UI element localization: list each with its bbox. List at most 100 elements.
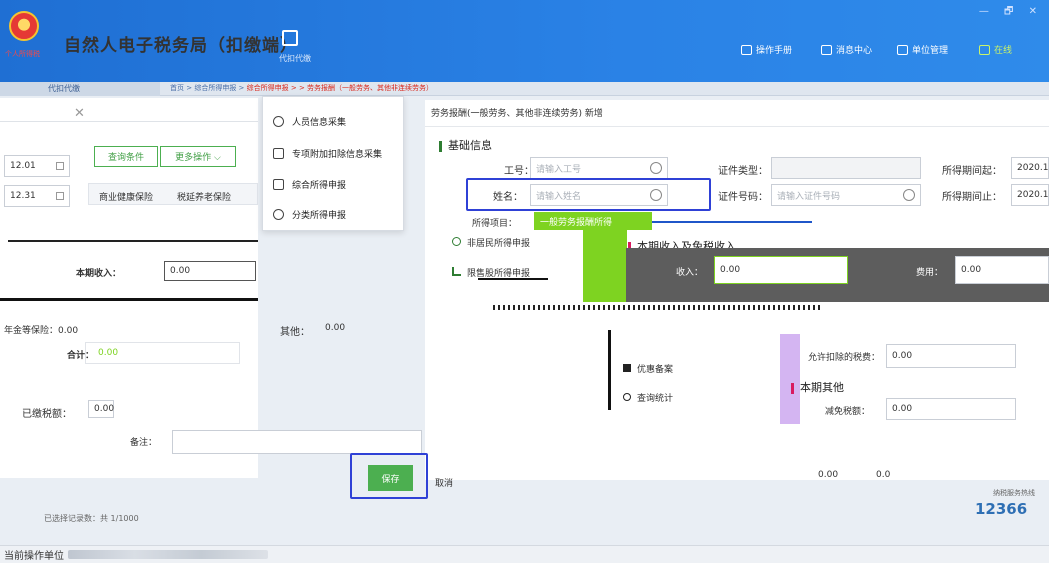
- search-icon[interactable]: [650, 189, 662, 201]
- period-end-input[interactable]: 2020.1: [1011, 184, 1049, 206]
- name-input[interactable]: 请输入姓名: [530, 184, 668, 206]
- expense-value: 0.00: [961, 265, 982, 275]
- cert-type-select[interactable]: [771, 157, 921, 179]
- divider: [8, 240, 258, 242]
- menu-item-label: 查询统计: [637, 394, 674, 404]
- tab-agent-withholding[interactable]: 代扣代缴: [0, 82, 160, 96]
- menu-item-query-stats[interactable]: 查询统计: [623, 391, 673, 404]
- message-center-link[interactable]: 消息中心: [821, 43, 872, 56]
- paid-tax-input[interactable]: 0.00: [88, 400, 114, 418]
- date-from-field[interactable]: 12.01: [4, 155, 70, 177]
- income-item-select[interactable]: 一般劳务报酬所得: [534, 212, 652, 230]
- income-input[interactable]: 0.00: [714, 256, 848, 284]
- window-controls[interactable]: — 🗗 ✕: [979, 4, 1043, 21]
- search-icon[interactable]: [650, 162, 662, 174]
- income-item-label: 所得项目：: [472, 219, 518, 229]
- date-from-value: 12.01: [10, 161, 36, 171]
- menu-item-label: 人员信息采集: [292, 117, 347, 128]
- cert-no-label: 证件号码：: [718, 192, 768, 203]
- breadcrumb: 首页 > 综合所得申报 > 综合所得申报 > > 劳务报酬（一般劳务、其他非连续…: [170, 83, 433, 93]
- blank-area: [448, 330, 618, 440]
- save-button[interactable]: 保存: [368, 465, 413, 491]
- hotline-caption: 纳税服务热线: [993, 489, 1035, 497]
- menu-item-comprehensive-income[interactable]: 综合所得申报: [263, 171, 403, 197]
- work-no-input[interactable]: 请输入工号: [530, 157, 668, 179]
- paid-tax-value: 0.00: [94, 404, 115, 414]
- expense-label: 费用：: [916, 268, 944, 278]
- online-label: 在线: [994, 46, 1013, 56]
- shield-icon: [623, 364, 631, 372]
- mail-icon: [821, 44, 832, 55]
- current-unit-label: 当前操作单位: [4, 551, 64, 562]
- cert-type-label: 证件类型：: [718, 166, 768, 177]
- search-icon[interactable]: [903, 189, 915, 201]
- agent-withholding-label[interactable]: 代扣代缴: [279, 53, 311, 64]
- period-end-label: 所得期间止：: [942, 192, 1002, 203]
- unit-admin-link[interactable]: 单位管理: [897, 43, 948, 56]
- period-end-value: 2020.1: [1017, 190, 1049, 200]
- rendering-artifact: [493, 305, 823, 310]
- table-cell: 0.0: [876, 470, 891, 480]
- section-marker: [439, 140, 442, 152]
- bar-chart-icon: [452, 267, 461, 276]
- hotline-number: 12366: [975, 500, 1028, 518]
- allowed-deduction-value: 0.00: [892, 351, 913, 361]
- clock-icon: [273, 208, 284, 220]
- divider: [0, 121, 258, 122]
- calendar-icon: [56, 192, 64, 200]
- tax-relief-value: 0.00: [892, 404, 913, 414]
- unit-admin-label: 单位管理: [912, 46, 949, 56]
- menu-item-label: 专项附加扣除信息采集: [292, 149, 383, 160]
- section-basic-title: 基础信息: [448, 139, 492, 152]
- menu-item-special-deduction[interactable]: 专项附加扣除信息采集: [263, 140, 403, 166]
- menu-item-label: 非居民所得申报: [467, 239, 531, 249]
- online-service-link[interactable]: 在线: [979, 43, 1012, 56]
- expense-input[interactable]: 0.00: [955, 256, 1049, 284]
- menu-item-preferential[interactable]: 优惠备案: [623, 362, 673, 375]
- more-actions-button[interactable]: 更多操作 ⌵: [160, 146, 236, 167]
- income-label: 收入：: [676, 268, 704, 278]
- allowed-deduction-input[interactable]: 0.00: [886, 344, 1016, 368]
- building-icon: [897, 44, 908, 55]
- income-value-left: 0.00: [170, 266, 191, 276]
- manual-label: 操作手册: [756, 46, 793, 56]
- menu-item-classified-income[interactable]: 分类所得申报: [263, 201, 403, 227]
- green-block: [583, 230, 627, 302]
- calendar-icon: [56, 162, 64, 170]
- menu-item-nonresident[interactable]: 非居民所得申报: [452, 236, 530, 249]
- period-start-label: 所得期间起：: [942, 166, 1002, 177]
- income-input-left[interactable]: 0.00: [164, 261, 256, 281]
- dialog-title: 劳务报酬(一般劳务、其他非连续劳务) 新增: [431, 109, 603, 119]
- name-placeholder: 请输入姓名: [536, 191, 582, 202]
- cancel-button[interactable]: 取消: [435, 476, 453, 489]
- remark-label: 备注：: [130, 438, 158, 448]
- date-to-field[interactable]: 12.31: [4, 185, 70, 207]
- remark-input[interactable]: [172, 430, 422, 454]
- close-icon[interactable]: ✕: [74, 106, 85, 121]
- layers-icon: [273, 178, 284, 190]
- menu-item-person-info[interactable]: 人员信息采集: [263, 108, 403, 134]
- paid-tax-label: 已缴税额：: [22, 409, 72, 420]
- agent-withholding-icon[interactable]: [282, 30, 298, 46]
- period-start-input[interactable]: 2020.1: [1011, 157, 1049, 179]
- other-label: 其他：: [280, 327, 310, 338]
- section-other-title: 本期其他: [800, 381, 844, 394]
- divider: [0, 298, 258, 301]
- col-health-insurance[interactable]: 商业健康保险: [99, 190, 153, 203]
- col-tax-deferred-pension[interactable]: 税延养老保险: [177, 190, 231, 203]
- current-unit-name-redacted: [68, 550, 268, 559]
- breadcrumb-current: 综合所得申报 > > 劳务报酬（一般劳务、其他非连续劳务）: [246, 84, 434, 92]
- app-title: 自然人电子税务局（扣缴端）: [64, 36, 298, 56]
- income-label-left: 本期收入：: [76, 269, 122, 279]
- total-field-frame: [85, 342, 240, 364]
- cert-no-input[interactable]: 请输入证件号码: [771, 184, 921, 206]
- income-value: 0.00: [720, 265, 741, 275]
- emblem-caption: 个人所得税: [5, 50, 40, 58]
- chat-icon: [979, 44, 990, 55]
- menu-item-label: 综合所得申报: [292, 180, 347, 191]
- hotline-widget[interactable]: 纳税服务热线 12366: [953, 488, 1035, 518]
- query-conditions-button[interactable]: 查询条件: [94, 146, 158, 167]
- report-menu: 人员信息采集 专项附加扣除信息采集 综合所得申报 分类所得申报: [262, 96, 404, 231]
- tax-relief-input[interactable]: 0.00: [886, 398, 1016, 420]
- manual-link[interactable]: 操作手册: [741, 43, 792, 56]
